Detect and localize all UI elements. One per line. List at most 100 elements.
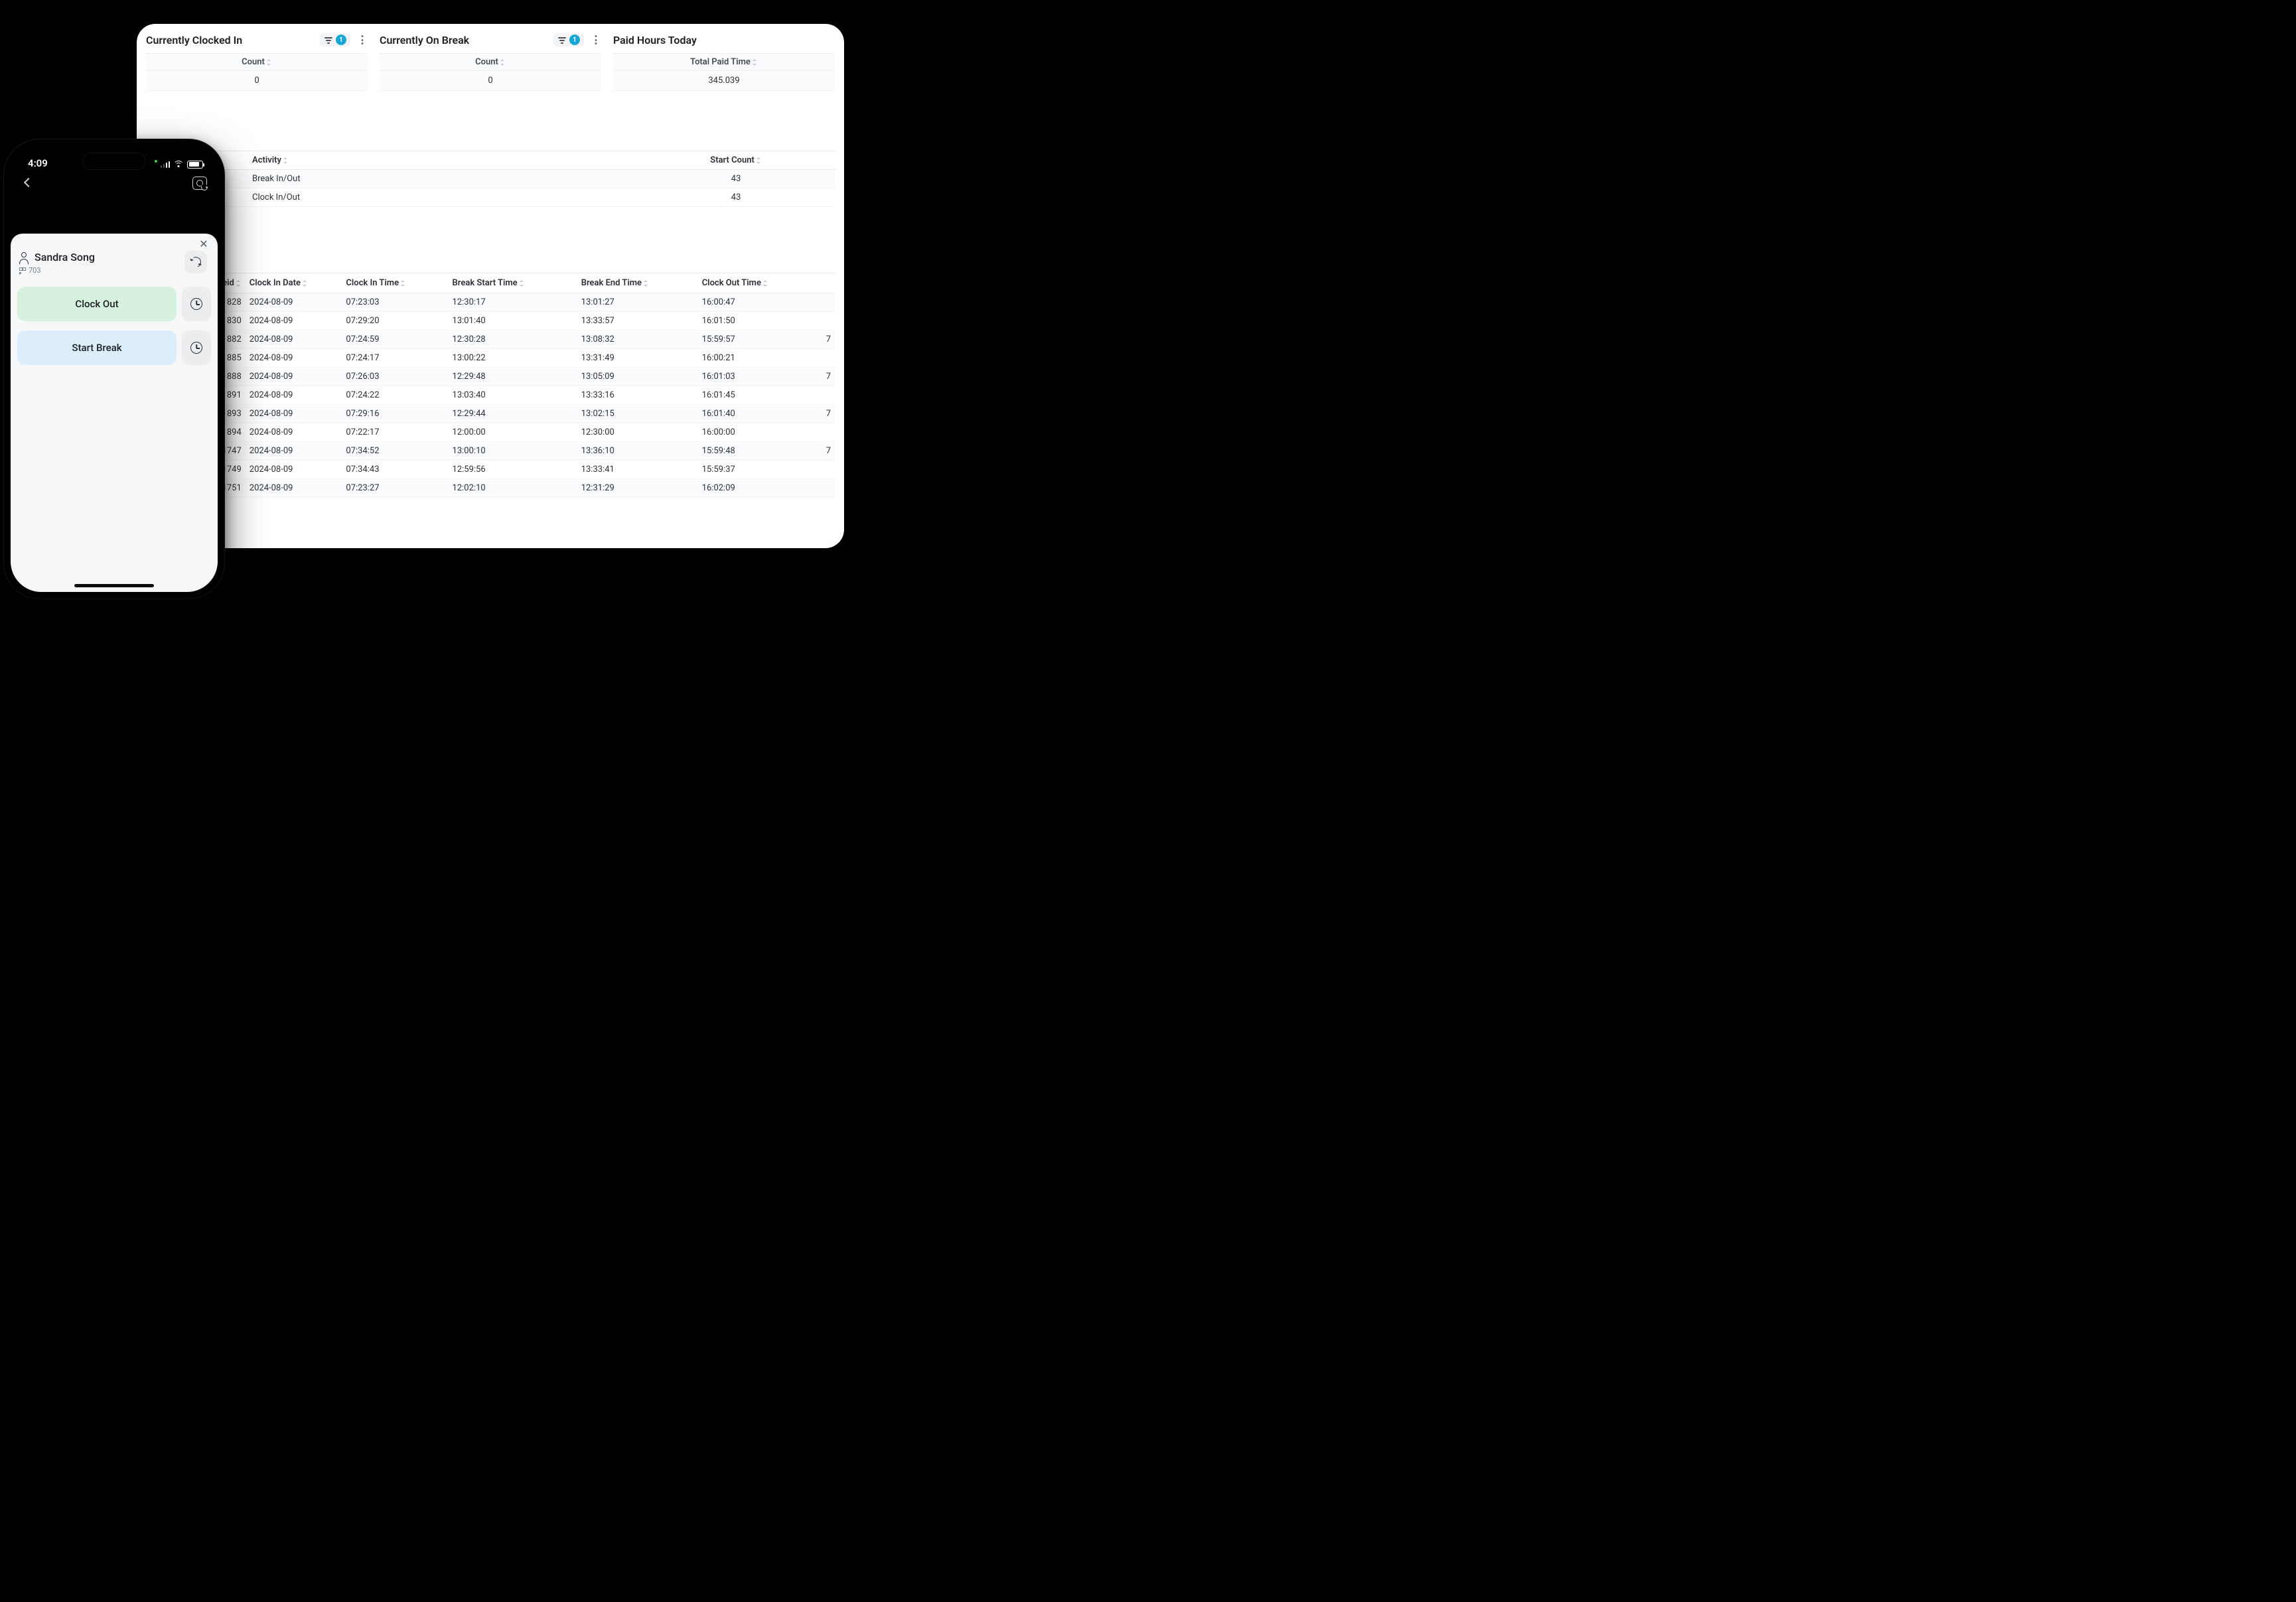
cell-bend: 12:31:29 (577, 479, 698, 498)
cell-tail (819, 312, 835, 330)
qr-icon (19, 267, 26, 274)
table-row[interactable]: 8852024-08-0907:24:1713:00:2213:31:4916:… (146, 349, 835, 368)
cell-bstart: 13:00:10 (449, 442, 577, 461)
table-row[interactable]: Clock In/Out43 (146, 188, 835, 207)
card-title: Currently Clocked In (146, 34, 242, 46)
cell-bend: 13:31:49 (577, 349, 698, 368)
cell-cin: 07:24:59 (342, 330, 448, 349)
camera-flip-icon[interactable] (192, 177, 207, 190)
cell-bstart: 12:02:10 (449, 479, 577, 498)
cell-date: 2024-08-09 (246, 330, 342, 349)
table-row[interactable]: 17512024-08-0907:23:2712:02:1012:31:2916… (146, 479, 835, 498)
home-indicator (74, 584, 154, 587)
cell-count: 43 (637, 188, 835, 207)
cell-bend: 13:36:10 (577, 442, 698, 461)
more-menu-icon[interactable] (357, 35, 368, 45)
refresh-button[interactable] (184, 251, 207, 273)
break-history-button[interactable] (182, 330, 211, 365)
table-row[interactable]: 17472024-08-0907:34:5213:00:1013:36:1015… (146, 442, 835, 461)
sort-icon[interactable] (401, 280, 406, 287)
filter-count-badge: 1 (336, 35, 346, 45)
wifi-icon (173, 161, 184, 169)
dynamic-island (82, 153, 146, 170)
table-row[interactable]: 8282024-08-0907:23:0312:30:1713:01:2716:… (146, 293, 835, 312)
table-row[interactable]: 17492024-08-0907:34:4312:59:5613:33:4115… (146, 461, 835, 479)
cell-bstart: 12:30:17 (449, 293, 577, 312)
cellular-icon (161, 161, 171, 168)
table-row[interactable]: 8912024-08-0907:24:2213:03:4013:33:1616:… (146, 386, 835, 405)
cell-bstart: 12:29:44 (449, 405, 577, 423)
table-row[interactable]: Break In/Out43 (146, 170, 835, 188)
back-button[interactable] (21, 177, 33, 189)
sort-icon[interactable] (500, 59, 506, 66)
card-title: Currently On Break (380, 34, 469, 46)
table-row[interactable]: 8932024-08-0907:29:1612:29:4413:02:1516:… (146, 405, 835, 423)
tablet-device: Currently Clocked In 1 Count 0 (125, 12, 856, 560)
cell-count: 43 (637, 170, 835, 188)
cell-tail (819, 423, 835, 442)
card-clocked-in: Currently Clocked In 1 Count 0 (146, 31, 368, 91)
cell-cin: 07:29:20 (342, 312, 448, 330)
clock-icon (190, 342, 202, 354)
cell-cin: 07:34:52 (342, 442, 448, 461)
cell-bstart: 13:00:22 (449, 349, 577, 368)
cell-bend: 12:30:00 (577, 423, 698, 442)
cell-bstart: 12:30:28 (449, 330, 577, 349)
table-row[interactable]: 8942024-08-0907:22:1712:00:0012:30:0016:… (146, 423, 835, 442)
close-button[interactable]: ✕ (198, 239, 210, 251)
sort-icon[interactable] (753, 59, 758, 66)
tablet-screen: Currently Clocked In 1 Count 0 (137, 24, 844, 548)
start-break-button[interactable]: Start Break (17, 330, 177, 365)
sort-icon[interactable] (236, 280, 242, 287)
clock-out-button[interactable]: Clock Out (17, 287, 177, 321)
cell-date: 2024-08-09 (246, 423, 342, 442)
cell-date: 2024-08-09 (246, 442, 342, 461)
cell-cout: 16:01:03 (698, 368, 819, 386)
cell-bstart: 12:00:00 (449, 423, 577, 442)
sort-icon[interactable] (644, 280, 649, 287)
col-cout: Clock Out Time (698, 273, 819, 293)
cell-tail: 7 (819, 405, 835, 423)
cell-bend: 13:01:27 (577, 293, 698, 312)
sort-icon[interactable] (283, 157, 289, 164)
cell-cout: 15:59:57 (698, 330, 819, 349)
filter-icon (324, 35, 333, 44)
sort-icon[interactable] (756, 157, 762, 164)
sort-icon[interactable] (763, 280, 768, 287)
dashboard: Currently Clocked In 1 Count 0 (137, 24, 844, 548)
sort-icon[interactable] (267, 59, 272, 66)
col-cin: Clock In Time (342, 273, 448, 293)
cell-bend: 13:33:41 (577, 461, 698, 479)
cell-bstart: 12:59:56 (449, 461, 577, 479)
sort-icon[interactable] (520, 280, 525, 287)
user-code: 703 (29, 266, 41, 275)
phone-topbar (11, 171, 218, 196)
summary-cards-row: Currently Clocked In 1 Count 0 (146, 31, 835, 91)
table-row[interactable]: 8882024-08-0907:26:0312:29:4813:05:0916:… (146, 368, 835, 386)
cell-cout: 16:00:47 (698, 293, 819, 312)
clock-out-history-button[interactable] (182, 287, 211, 321)
col-date: Clock In Date (246, 273, 342, 293)
section-title-partial: ry (146, 255, 835, 267)
refresh-icon (189, 255, 203, 269)
filter-button[interactable]: 1 (320, 33, 350, 46)
cell-tail (819, 479, 835, 498)
cell-date: 2024-08-09 (246, 461, 342, 479)
bottom-sheet: ✕ Sandra Song 703 (11, 234, 218, 592)
cell-bend: 13:33:16 (577, 386, 698, 405)
cell-bend: 13:33:57 (577, 312, 698, 330)
cell-date: 2024-08-09 (246, 386, 342, 405)
table-row[interactable]: 8822024-08-0907:24:5912:30:2813:08:3215:… (146, 330, 835, 349)
filter-button[interactable]: 1 (553, 33, 584, 46)
user-name: Sandra Song (35, 251, 95, 263)
sort-icon[interactable] (303, 280, 308, 287)
clocked-in-table: Count 0 (146, 53, 368, 91)
more-menu-icon[interactable] (591, 35, 601, 45)
cell-tail: 7 (819, 330, 835, 349)
filter-icon (557, 35, 567, 44)
col-bend: Break End Time (577, 273, 698, 293)
cell-tail (819, 461, 835, 479)
clock-icon (190, 298, 202, 310)
table-row[interactable]: 8302024-08-0907:29:2013:01:4013:33:5716:… (146, 312, 835, 330)
cell-cin: 07:22:17 (342, 423, 448, 442)
